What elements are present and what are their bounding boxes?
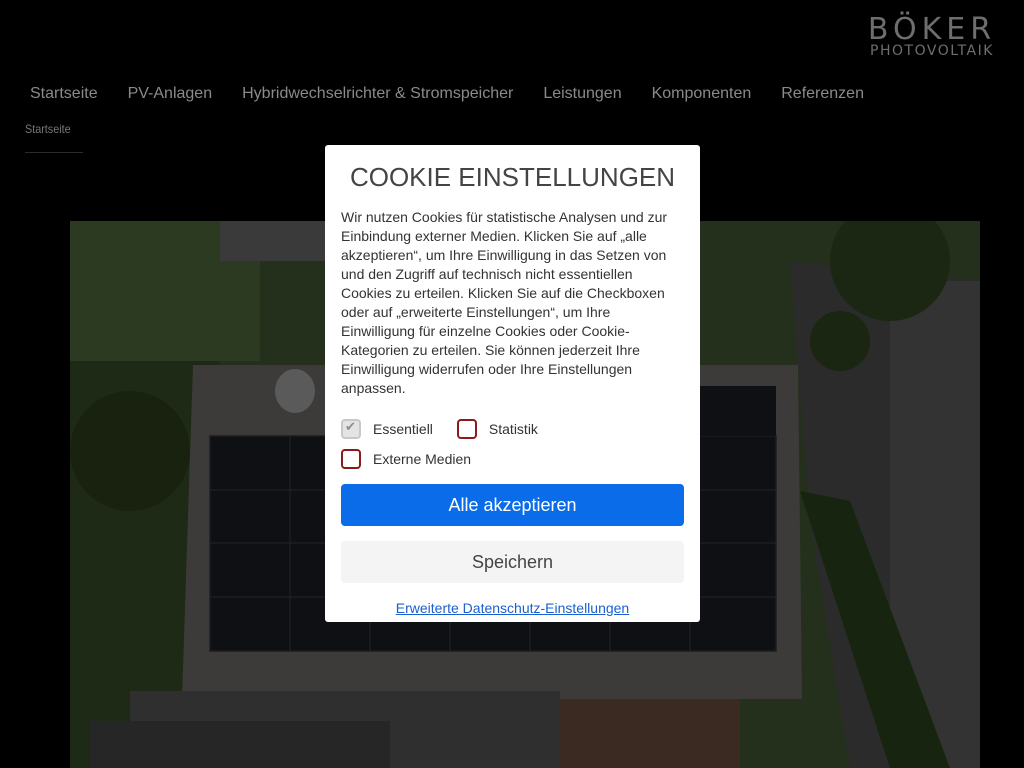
- advanced-privacy-settings-link[interactable]: Erweiterte Datenschutz-Einstellungen: [341, 600, 684, 616]
- logo[interactable]: BÖKER PHOTOVOLTAIK: [852, 12, 1012, 59]
- nav-item-referenzen[interactable]: Referenzen: [781, 84, 864, 104]
- cookie-dialog-text: Wir nutzen Cookies für statistische Anal…: [341, 209, 668, 396]
- checkbox-essentiell: Essentiell: [341, 419, 433, 439]
- breadcrumb[interactable]: Startseite: [25, 122, 71, 136]
- checkbox-externe-medien-label[interactable]: Externe Medien: [373, 451, 471, 467]
- main-navigation: Startseite PV-Anlagen Hybridwechselricht…: [30, 84, 894, 104]
- nav-item-pv-anlagen[interactable]: PV-Anlagen: [128, 84, 213, 104]
- checkbox-externe-medien-box[interactable]: [341, 449, 361, 469]
- checkbox-row: Externe Medien: [341, 444, 684, 474]
- checkbox-statistik-box[interactable]: [456, 419, 477, 439]
- cookie-dialog-title: COOKIE EINSTELLUNGEN: [349, 162, 676, 192]
- cookie-dialog: COOKIE EINSTELLUNGEN Wir nutzen Cookies …: [325, 145, 700, 622]
- nav-item-komponenten[interactable]: Komponenten: [652, 84, 752, 104]
- nav-item-leistungen[interactable]: Leistungen: [543, 84, 621, 104]
- logo-wordmark: BÖKER: [867, 12, 997, 47]
- nav-item-hybridwechselrichter[interactable]: Hybridwechselrichter & Stromspeicher: [242, 84, 513, 104]
- accept-all-button[interactable]: Alle akzeptieren: [341, 484, 684, 526]
- save-button[interactable]: Speichern: [341, 541, 684, 583]
- page: BÖKER PHOTOVOLTAIK Startseite PV-Anlagen…: [0, 0, 1024, 768]
- checkbox-externe-medien[interactable]: Externe Medien: [341, 449, 471, 469]
- checkbox-essentiell-box: [341, 419, 361, 439]
- cookie-category-checkboxes: Essentiell Statistik Externe Medien: [341, 414, 684, 474]
- checkbox-statistik-label[interactable]: Statistik: [489, 421, 538, 437]
- breadcrumb-divider: [25, 152, 83, 153]
- checkbox-statistik[interactable]: Statistik: [456, 419, 538, 439]
- checkbox-row: Essentiell Statistik: [341, 414, 684, 444]
- nav-item-startseite[interactable]: Startseite: [30, 84, 98, 104]
- logo-subtitle: PHOTOVOLTAIK: [870, 43, 994, 59]
- checkbox-essentiell-label: Essentiell: [373, 421, 433, 437]
